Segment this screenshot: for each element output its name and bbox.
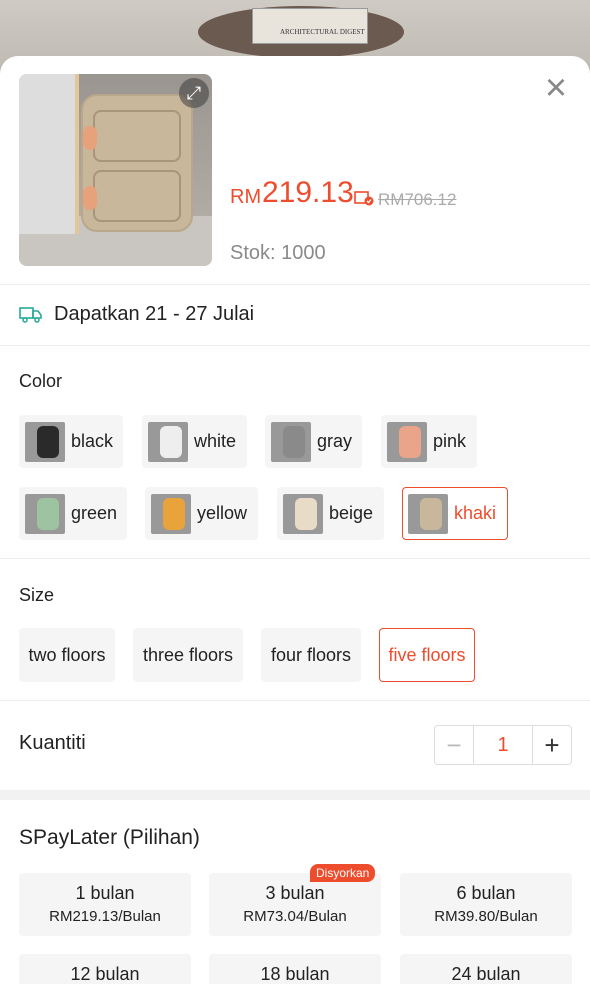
stock-text: Stok: 1000 [230,242,326,264]
color-label: khaki [454,503,497,523]
background-book [252,8,368,44]
plan-months: 18 bulan [260,964,330,984]
plus-button[interactable]: + [533,726,571,764]
swatch-white [148,421,188,462]
color-label: yellow [197,503,248,523]
thumb-drawer-top [93,110,181,162]
price-currency: RM [230,186,262,208]
thumb-drawer-bottom [93,170,181,222]
size-option-five-floors[interactable]: five floors [379,628,475,682]
plan-24-months[interactable]: 24 bulan [400,954,572,984]
divider [0,345,590,346]
color-label: gray [317,431,353,451]
plan-amount: RM73.04/Bulan [243,908,347,925]
section-separator [0,790,590,800]
recommended-badge: Disyorkan [310,864,376,882]
color-label: beige [329,503,374,523]
color-label: black [71,431,114,451]
color-label: pink [433,431,467,451]
swatch-black [25,421,65,462]
spaylater-title: SPayLater (Pilihan) [19,826,200,849]
size-option-two-floors[interactable]: two floors [19,628,115,682]
minus-button[interactable]: − [435,726,473,764]
variation-sheet: ⤢ × RM 219.13 RM706.12 Stok: 1000 Dapatk… [0,56,590,984]
price-value: 219.13 [262,176,354,209]
close-icon[interactable]: × [540,69,572,107]
color-title: Color [19,371,63,391]
quantity-label: Kuantiti [19,732,86,754]
plan-months: 1 bulan [75,883,135,903]
plan-12-months[interactable]: 12 bulan [19,954,191,984]
product-thumbnail[interactable]: ⤢ [19,74,212,266]
swatch-pink [387,421,427,462]
thumb-handle-bottom [83,186,97,210]
plan-18-months[interactable]: 18 bulan [209,954,381,984]
swatch-yellow [151,493,191,534]
divider [0,284,590,285]
swatch-khaki [408,493,448,534]
truck-icon [19,304,43,324]
plan-months: 6 bulan [456,883,516,903]
color-option-white[interactable]: white [142,415,247,468]
divider [0,558,590,559]
color-option-khaki[interactable]: khaki [402,487,508,540]
swatch-beige [283,493,323,534]
color-option-beige[interactable]: beige [277,487,384,540]
size-title: Size [19,585,55,605]
plan-months: 12 bulan [70,964,140,984]
plan-1-month[interactable]: 1 bulan RM219.13/Bulan [19,873,191,936]
plan-months: 3 bulan [265,883,325,903]
plan-months: 24 bulan [451,964,521,984]
thumb-shelf [19,74,79,234]
color-option-green[interactable]: green [19,487,127,540]
plan-amount: RM219.13/Bulan [49,908,161,925]
color-option-black[interactable]: black [19,415,123,468]
thumb-cabinet [81,94,193,232]
size-option-three-floors[interactable]: three floors [133,628,243,682]
divider [0,700,590,701]
original-price: RM706.12 [378,190,457,209]
color-option-yellow[interactable]: yellow [145,487,258,540]
delivery-estimate[interactable]: Dapatkan 21 - 27 Julai [54,303,254,326]
plan-amount: RM39.80/Bulan [434,908,538,925]
expand-icon[interactable]: ⤢ [179,78,209,108]
swatch-gray [271,421,311,462]
voucher-icon [354,190,374,206]
background-book-text: ARCHITECTURAL DIGEST [280,28,365,36]
size-option-four-floors[interactable]: four floors [261,628,361,682]
swatch-green [25,493,65,534]
plan-6-months[interactable]: 6 bulan RM39.80/Bulan [400,873,572,936]
quantity-input[interactable]: 1 [473,726,533,764]
thumb-handle-top [83,126,97,150]
color-option-pink[interactable]: pink [381,415,477,468]
color-label: white [194,431,237,451]
plan-3-months[interactable]: 3 bulan RM73.04/Bulan [209,873,381,936]
color-option-gray[interactable]: gray [265,415,362,468]
color-label: green [71,503,118,523]
quantity-stepper: − 1 + [434,725,572,765]
